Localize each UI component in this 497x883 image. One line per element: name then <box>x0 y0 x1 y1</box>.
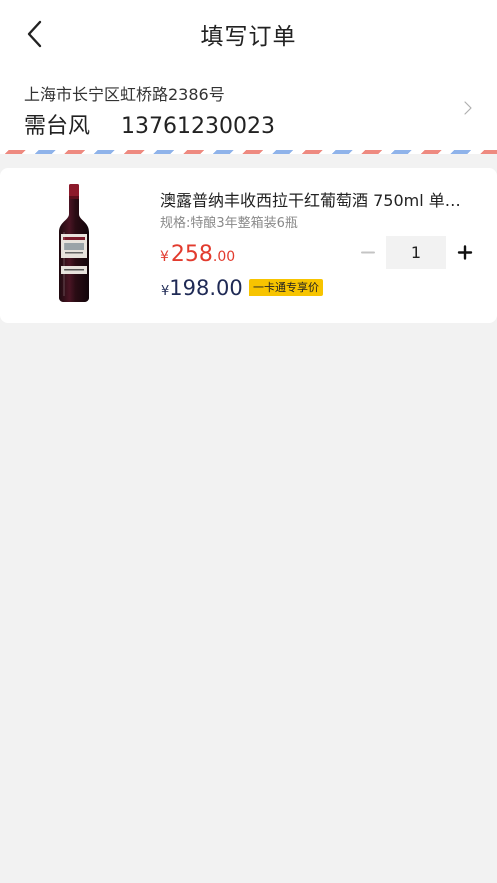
product-name[interactable]: 澳露普纳丰收西拉干红葡萄酒 750ml 单瓶装 <box>160 187 475 211</box>
increase-quantity-button[interactable] <box>452 236 478 269</box>
product-price: ¥258.00 <box>160 242 235 267</box>
member-price: ¥198.00 <box>161 276 243 300</box>
contact-info: 需台风 13761230023 <box>24 108 275 140</box>
decrease-quantity-button[interactable] <box>356 236 382 269</box>
wine-bottle-image <box>59 184 89 302</box>
order-page: 填写订单 上海市长宁区虹桥路2386号 需台风 13761230023 澳露普纳… <box>0 0 497 883</box>
minus-icon <box>361 251 375 254</box>
address-text: 上海市长宁区虹桥路2386号 <box>24 85 225 104</box>
top-bar: 填写订单 <box>0 0 497 66</box>
member-price-value: 198.00 <box>169 276 243 300</box>
quantity-value[interactable]: 1 <box>386 236 446 269</box>
member-price-badge: 一卡通专享价 <box>249 279 323 296</box>
page-title: 填写订单 <box>200 24 297 50</box>
contact-name: 需台风 <box>24 114 91 139</box>
product-card: 澳露普纳丰收西拉干红葡萄酒 750ml 单瓶装 规格:特酿3年整箱装6瓶 ¥25… <box>0 168 497 323</box>
plus-icon <box>457 245 473 260</box>
address-section[interactable]: 上海市长宁区虹桥路2386号 需台风 13761230023 <box>0 66 497 150</box>
quantity-stepper: 1 <box>356 236 480 269</box>
chevron-right-icon <box>464 101 472 115</box>
airmail-stripe-divider <box>0 150 497 154</box>
price-currency: ¥ <box>160 249 169 265</box>
product-spec: 规格:特酿3年整箱装6瓶 <box>160 216 298 231</box>
contact-phone: 13761230023 <box>121 114 275 139</box>
price-decimal: .00 <box>212 249 236 265</box>
price-integer: 258 <box>170 242 213 267</box>
